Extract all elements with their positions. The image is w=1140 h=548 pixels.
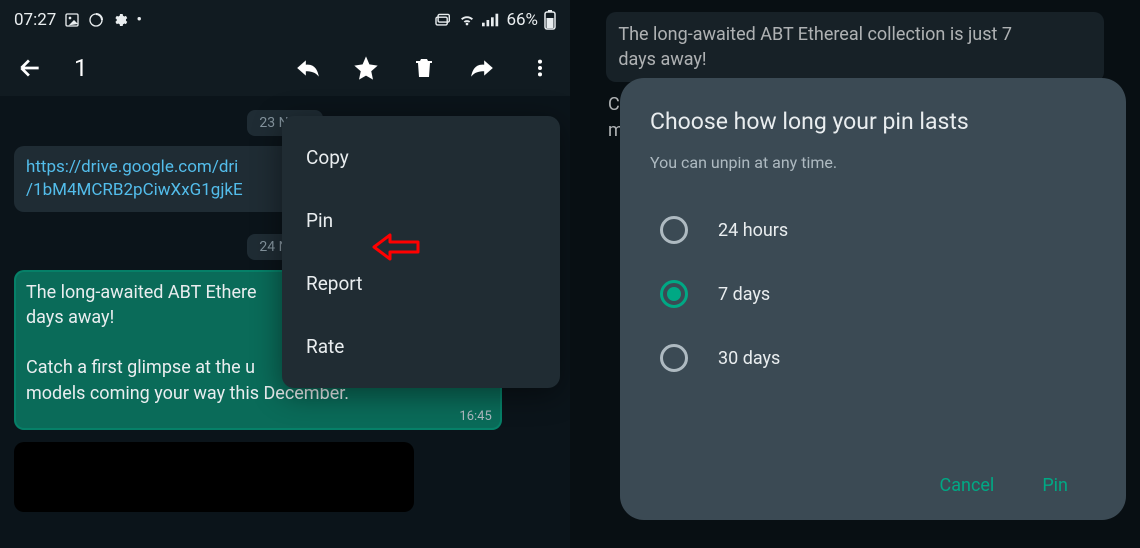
image-icon [64,12,80,28]
radio-label: 30 days [718,348,780,369]
status-bar: 07:27 • 66% [0,0,570,40]
message-text: days away! [26,307,114,328]
trash-icon [412,56,436,80]
card-icon [434,13,452,27]
dialog-title: Choose how long your pin lasts [650,108,1096,135]
circle-icon [88,12,104,28]
radio-icon [660,344,688,372]
signal-icon [482,13,500,27]
delete-button[interactable] [400,44,448,92]
dialog-actions: Cancel Pin [650,463,1096,504]
reply-icon [295,55,321,81]
radio-option-24h[interactable]: 24 hours [650,198,1096,262]
back-button[interactable] [6,44,54,92]
reply-button[interactable] [284,44,332,92]
cancel-button[interactable]: Cancel [940,475,995,496]
radio-icon [660,216,688,244]
pin-duration-dialog: Choose how long your pin lasts You can u… [620,78,1126,520]
message-text: Catch a first glimpse at the u [26,357,255,378]
more-vertical-icon [529,57,551,79]
forward-icon [469,55,495,81]
status-time: 07:27 [14,10,56,30]
message-time: 16:45 [459,408,491,426]
more-button[interactable] [516,44,564,92]
message-link-line2: /1bM4MCRB2pCiwXxG1gjkE [26,180,243,200]
message-text: The long-awaited ABT Ethere [26,282,257,303]
status-dot: • [136,10,142,30]
image-message-placeholder[interactable] [14,442,414,512]
pin-button[interactable]: Pin [1042,475,1068,496]
selection-count: 1 [64,54,98,82]
star-icon [352,54,380,82]
gear-icon [112,12,128,28]
wifi-icon [458,12,476,28]
menu-item-rate[interactable]: Rate [282,315,560,378]
battery-icon [544,10,556,30]
radio-label: 7 days [718,284,770,305]
phone-right-screenshot: The long-awaited ABT Ethereal collection… [570,0,1140,548]
radio-option-7d[interactable]: 7 days [650,262,1096,326]
phone-left-screenshot: 07:27 • 66% 1 [0,0,570,548]
radio-icon-checked [660,280,688,308]
radio-option-30d[interactable]: 30 days [650,326,1096,390]
radio-label: 24 hours [718,220,788,241]
star-button[interactable] [342,44,390,92]
dialog-subtitle: You can unpin at any time. [650,153,1096,172]
message-link-line1: https://drive.google.com/dri [26,157,238,177]
selection-action-bar: 1 [0,40,570,96]
arrow-left-icon [17,55,43,81]
battery-text: 66% [506,10,538,30]
forward-button[interactable] [458,44,506,92]
menu-item-copy[interactable]: Copy [282,126,560,189]
annotation-arrow-icon [368,230,422,264]
